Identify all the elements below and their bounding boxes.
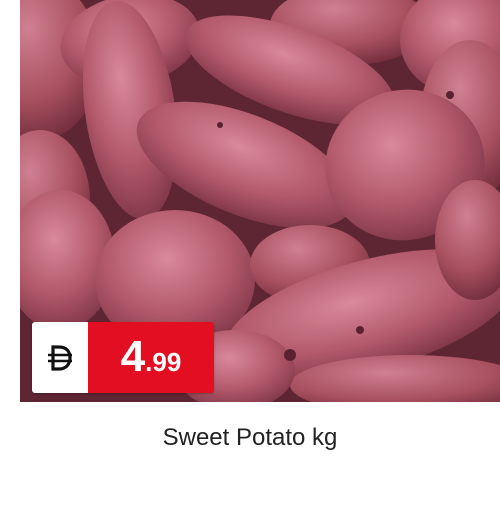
price-decimal: .99 xyxy=(145,347,182,377)
product-name: Sweet Potato kg xyxy=(162,424,338,451)
price-integer: 4 xyxy=(120,332,146,381)
price-value: 4 .99 xyxy=(88,322,214,393)
price-badge: 4 .99 xyxy=(32,322,214,393)
currency-symbol xyxy=(32,322,88,393)
dirham-icon xyxy=(48,344,72,371)
